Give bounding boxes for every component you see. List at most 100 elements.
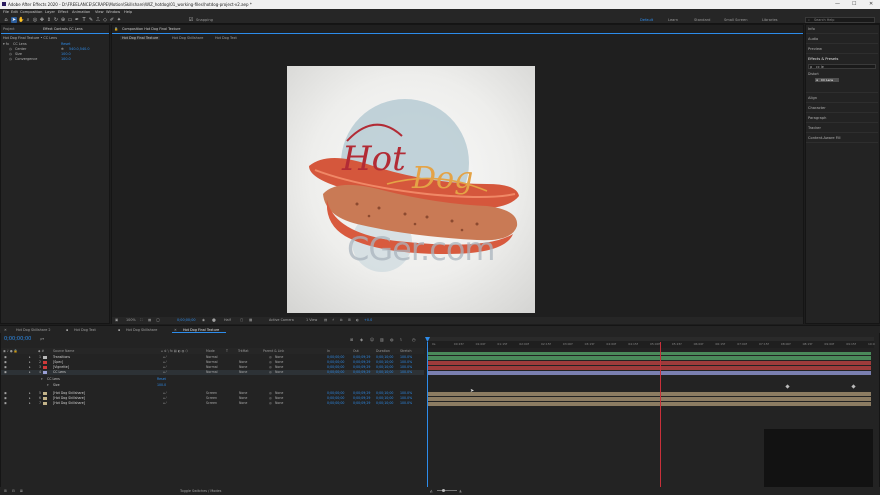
expand-arrow-icon[interactable]: ▸	[29, 365, 31, 369]
layer-label-color[interactable]	[43, 360, 47, 364]
layer-row[interactable]: ◉ ▸ 4 CC Lens ⚹ ⁄ Normal None ◎ None 0;00;00;00 0;…	[1, 370, 424, 375]
comp-flowchart-icon[interactable]: ⊞	[350, 337, 353, 342]
clone-stamp-icon[interactable]: ⎍	[95, 17, 101, 23]
menu-composition[interactable]: Composition	[20, 10, 42, 14]
layer-row[interactable]: ◉ ▸ 6 [Hot Dog Skillshare] ⚹ ⁄ Screen None ◎ Non…	[1, 396, 424, 401]
panel-preview[interactable]: Preview	[808, 47, 822, 51]
frame-blend-icon[interactable]: ▥	[380, 337, 384, 342]
layer-switches-icons[interactable]: ⚹ ⁄	[163, 396, 166, 400]
layer-mode[interactable]: Normal	[206, 365, 218, 369]
layer-in[interactable]: 0;00;00;00	[327, 391, 344, 395]
parent-pickwhip-icon[interactable]: ◎	[269, 396, 272, 400]
grid-icon[interactable]: ▦	[148, 318, 151, 322]
layer-duration[interactable]: 0;00;10;00	[376, 365, 393, 369]
zoom-tool-icon[interactable]: ⌕	[25, 17, 31, 23]
layer-in[interactable]: 0;00;00;00	[327, 370, 344, 374]
effect-property-value[interactable]: Reset	[157, 377, 166, 381]
layer-label-color[interactable]	[43, 355, 47, 359]
comp-timecode[interactable]: 0;00;00;00	[177, 318, 196, 322]
close-button[interactable]: ✕	[869, 1, 873, 7]
layer-parent[interactable]: None	[275, 370, 283, 374]
layer-row[interactable]: ◉ ▸ 3 [Vignette] ⚹ ⁄ Normal None ◎ None 0;00;00;0…	[1, 365, 424, 370]
layer-switch-icon[interactable]: ⊞	[4, 489, 7, 493]
eye-icon[interactable]: ◉	[4, 391, 7, 395]
layer-trkmat[interactable]: None	[239, 360, 247, 364]
stopwatch-icon[interactable]: ◷	[9, 52, 12, 56]
col-in[interactable]: In	[327, 349, 330, 353]
layer-in[interactable]: 0;00;00;00	[327, 360, 344, 364]
layer-stretch[interactable]: 100.0%	[400, 370, 412, 374]
col-stretch[interactable]: Stretch	[400, 349, 412, 353]
workspace-small-screen[interactable]: Small Screen	[724, 18, 747, 22]
transparency-icon[interactable]: ▩	[249, 318, 252, 322]
layer-switches-icons[interactable]: ⚹ ⁄	[163, 360, 166, 364]
layer-row[interactable]: ◉ ▸ 5 [Hot Dog Skillshare] ⚹ ⁄ Screen None ◎ Non…	[1, 391, 424, 396]
eye-icon[interactable]: ◉	[4, 360, 7, 364]
stopwatch-icon[interactable]: ◷	[9, 57, 12, 61]
layer-duration-bar[interactable]	[427, 392, 871, 396]
tab-hot-dog-skillshare[interactable]: Hot Dog Skillshare	[126, 328, 157, 332]
reset-link[interactable]: Reset	[61, 42, 70, 46]
effect-property-row[interactable]: ▾ Size 100.0	[1, 383, 424, 388]
search-help-input[interactable]: ⌕ Search Help	[805, 17, 875, 23]
toggle-switches-label[interactable]: Toggle Switches / Modes	[180, 489, 221, 493]
layer-parent[interactable]: None	[275, 401, 283, 405]
layer-out[interactable]: 0;00;09;29	[353, 370, 370, 374]
effect-property-value[interactable]: 100.0	[157, 383, 166, 387]
snapping-checkbox-icon[interactable]: ☑	[188, 17, 194, 23]
layer-trkmat[interactable]: None	[239, 370, 247, 374]
eye-icon[interactable]: ◉	[4, 355, 7, 359]
layer-parent[interactable]: None	[275, 365, 283, 369]
layer-in[interactable]: 0;00;00;00	[327, 401, 344, 405]
layer-label-color[interactable]	[43, 365, 47, 369]
parent-pickwhip-icon[interactable]: ◎	[269, 360, 272, 364]
toggle-pixel-icon[interactable]: ▤	[324, 318, 327, 322]
layer-trkmat[interactable]: None	[239, 391, 247, 395]
in-out-icon[interactable]: ⊠	[20, 489, 23, 493]
timeline-search[interactable]: ρ▾	[40, 337, 44, 341]
zoom-slider[interactable]	[437, 490, 457, 491]
tab-project[interactable]: Project	[3, 27, 15, 31]
breadcrumb-skillshare[interactable]: Hot Dog Skillshare	[172, 36, 203, 40]
panel-paragraph[interactable]: Paragraph	[808, 116, 826, 120]
expand-arrow-icon[interactable]: ▸	[29, 401, 31, 405]
rotation-tool-icon[interactable]: ↻	[53, 17, 59, 23]
layer-stretch[interactable]: 100.0%	[400, 365, 412, 369]
layer-duration[interactable]: 0;00;10;00	[376, 401, 393, 405]
layer-name[interactable]: [Vignette]	[53, 365, 69, 369]
stopwatch-icon[interactable]: ◷	[9, 47, 12, 51]
tab-composition[interactable]: Composition Hot Dog Final Texture	[122, 27, 181, 31]
render-icon[interactable]: ◷	[412, 337, 416, 342]
expand-arrow-icon[interactable]: ▸	[29, 355, 31, 359]
layer-row[interactable]: ◉ ▸ 7 [Hot Dog Skillshare] ⚹ ⁄ Screen None ◎ Non…	[1, 401, 424, 406]
region-icon[interactable]: ▢	[240, 318, 243, 322]
workspace-default[interactable]: Default	[640, 18, 653, 22]
layer-out[interactable]: 0;00;09;29	[353, 365, 370, 369]
layer-stretch[interactable]: 100.0%	[400, 401, 412, 405]
layer-duration-bar[interactable]	[427, 402, 871, 406]
panel-audio[interactable]: Audio	[808, 37, 818, 41]
home-icon[interactable]: ⌂	[3, 17, 9, 23]
panel-info[interactable]: Info	[808, 27, 815, 31]
menu-effect[interactable]: Effect	[58, 10, 68, 14]
col-trkmat[interactable]: TrkMat	[238, 349, 249, 353]
layer-mode[interactable]: Normal	[206, 360, 218, 364]
motion-blur-icon[interactable]: ◍	[390, 337, 394, 342]
timeline-timecode[interactable]: 0;00;00;00	[4, 336, 31, 342]
tab-effect-controls[interactable]: Effect Controls CC Lens	[43, 27, 83, 31]
resolution-select[interactable]: Half	[224, 318, 231, 322]
col-out[interactable]: Out	[353, 349, 359, 353]
layer-in[interactable]: 0;00;00;00	[327, 355, 344, 359]
layer-in[interactable]: 0;00;00;00	[327, 365, 344, 369]
panel-tracker[interactable]: Tracker	[808, 126, 821, 130]
layer-mode[interactable]: Normal	[206, 355, 218, 359]
menu-window[interactable]: Window	[106, 10, 120, 14]
camera-select[interactable]: Active Camera	[269, 318, 294, 322]
parent-pickwhip-icon[interactable]: ◎	[269, 355, 272, 359]
snapshot-icon[interactable]: ◉	[202, 318, 205, 322]
menu-edit[interactable]: Edit	[11, 10, 18, 14]
col-source-name[interactable]: Source Name	[53, 349, 74, 353]
layer-switches-icons[interactable]: ⚹ ⁄	[163, 401, 166, 405]
layer-row[interactable]: ◉ ▸ 1 Transitions ⚹ ⁄ Normal ◎ None 0;00;00;00 0;…	[1, 355, 424, 360]
expand-arrow-icon[interactable]: ▸	[29, 396, 31, 400]
